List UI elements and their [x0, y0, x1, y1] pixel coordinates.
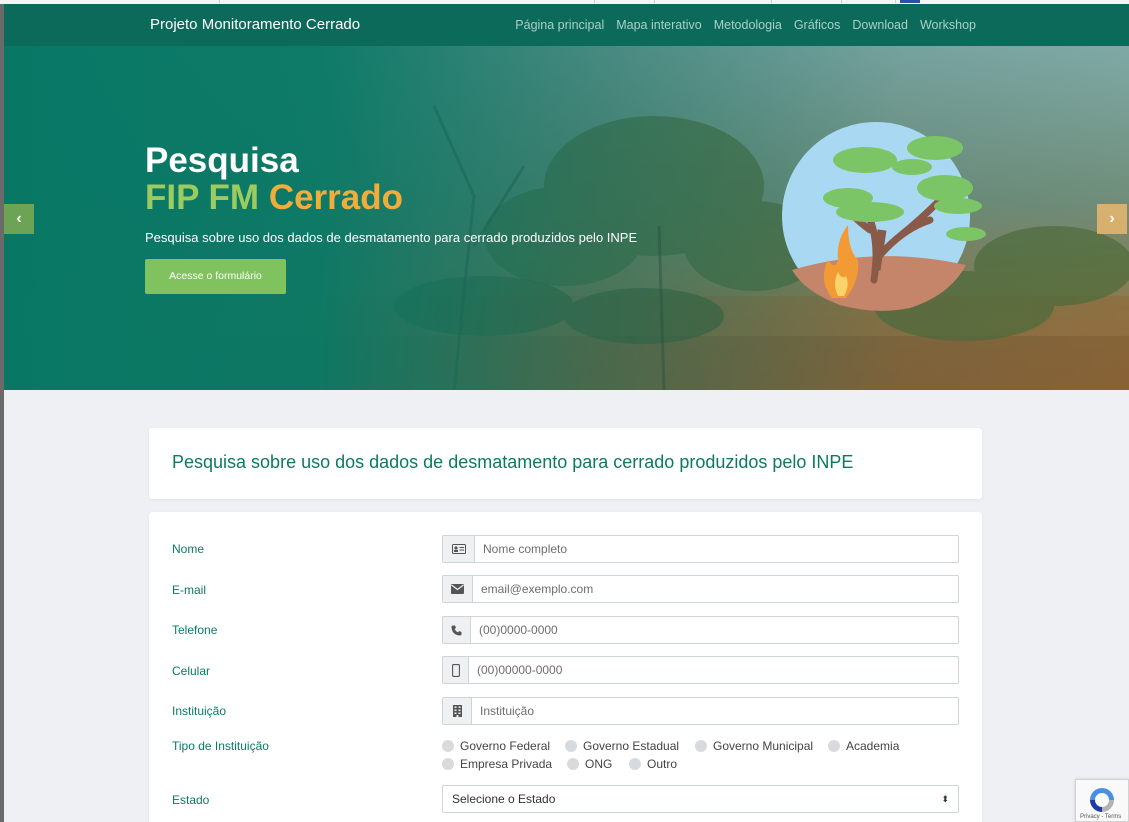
recaptcha-privacy-terms[interactable]: Privacy - Terms	[1080, 814, 1121, 820]
email-input[interactable]	[473, 576, 958, 602]
radio-empresa-privada[interactable]: Empresa Privada	[442, 757, 552, 771]
hero-title-orange: Cerrado	[268, 178, 404, 217]
sort-caret-icon: ⬍	[941, 794, 949, 804]
radio-circle[interactable]	[567, 758, 579, 770]
radio-label: Outro	[647, 757, 678, 771]
tab-separator	[772, 0, 842, 3]
hero-subtitle: Pesquisa sobre uso dos dados de desmatam…	[145, 230, 638, 245]
radio-governo-municipal[interactable]: Governo Municipal	[695, 739, 813, 753]
nome-field	[442, 535, 959, 563]
id-card-icon	[443, 536, 475, 562]
radio-label: Governo Estadual	[583, 739, 680, 753]
hero-title: Pesquisa	[145, 141, 299, 180]
radio-label: Governo Municipal	[713, 739, 814, 753]
mobile-icon	[443, 657, 469, 683]
estado-select[interactable]: Selecione o Estado ⬍	[442, 785, 959, 813]
radio-label: ONG	[585, 757, 613, 771]
radio-circle[interactable]	[695, 740, 707, 752]
email-label: E-mail	[172, 583, 207, 597]
survey-title: Pesquisa sobre uso dos dados de desmatam…	[172, 452, 854, 472]
nav-link-map[interactable]: Mapa interativo	[616, 4, 701, 46]
phone-icon	[443, 617, 471, 643]
hero-carousel: Pesquisa FIP FM Cerrado Pesquisa sobre u…	[4, 46, 1129, 390]
nav-link-charts[interactable]: Gráficos	[794, 4, 841, 46]
radio-circle[interactable]	[442, 758, 454, 770]
hero-title-green: FIP FM	[145, 178, 260, 217]
radio-circle[interactable]	[629, 758, 641, 770]
brand-title[interactable]: Projeto Monitoramento Cerrado	[150, 4, 360, 46]
nome-label: Nome	[172, 542, 205, 556]
telefone-label: Telefone	[172, 623, 218, 637]
main-nav: Página principal Mapa interativo Metodol…	[515, 4, 976, 46]
access-form-button[interactable]: Acesse o formulário	[145, 259, 286, 294]
recaptcha-badge[interactable]: Privacy - Terms	[1075, 779, 1129, 822]
browser-tab-indicator	[900, 0, 920, 3]
tab-separator	[842, 0, 896, 3]
instituicao-field	[442, 697, 959, 725]
nav-link-download[interactable]: Download	[852, 4, 908, 46]
chevron-left-icon: ‹	[16, 210, 22, 227]
radio-label: Governo Federal	[460, 739, 551, 753]
cerrado-tree-logo	[782, 122, 986, 311]
recaptcha-icon	[1090, 788, 1114, 812]
survey-title-card: Pesquisa sobre uso dos dados de desmatam…	[149, 428, 982, 499]
instituicao-label: Instituição	[172, 704, 227, 718]
celular-label: Celular	[172, 664, 211, 678]
radio-outro[interactable]: Outro	[629, 757, 677, 771]
carousel-next-button[interactable]: ›	[1097, 204, 1127, 234]
celular-input[interactable]	[469, 657, 958, 683]
tab-separator	[100, 0, 220, 3]
radio-circle[interactable]	[828, 740, 840, 752]
tab-separator	[595, 0, 655, 3]
instituicao-input[interactable]	[472, 698, 958, 724]
nome-input[interactable]	[475, 536, 958, 562]
celular-field	[442, 656, 959, 684]
radio-ong[interactable]: ONG	[567, 757, 612, 771]
survey-form: Nome E-mail Telefone Celular Instituição	[149, 512, 982, 822]
telefone-input[interactable]	[471, 617, 958, 643]
navbar: Projeto Monitoramento Cerrado Página pri…	[4, 4, 1129, 46]
email-field	[442, 575, 959, 603]
estado-selected-value: Selecione o Estado	[452, 792, 556, 806]
nav-link-home[interactable]: Página principal	[515, 4, 604, 46]
telefone-field	[442, 616, 959, 644]
radio-circle[interactable]	[565, 740, 577, 752]
chevron-right-icon: ›	[1109, 210, 1115, 227]
tipo-instituicao-label: Tipo de Instituição	[172, 739, 269, 753]
hero-title-line2: FIP FM Cerrado	[145, 178, 403, 218]
envelope-icon	[443, 576, 473, 602]
radio-label: Empresa Privada	[460, 757, 553, 771]
tab-separator	[520, 0, 595, 3]
radio-circle[interactable]	[442, 740, 454, 752]
nav-link-methodology[interactable]: Metodologia	[714, 4, 782, 46]
radio-academia[interactable]: Academia	[828, 739, 899, 753]
radio-governo-estadual[interactable]: Governo Estadual	[565, 739, 679, 753]
estado-label: Estado	[172, 793, 210, 807]
building-icon	[443, 698, 472, 724]
tab-separator	[700, 0, 772, 3]
radio-label: Academia	[846, 739, 900, 753]
radio-governo-federal[interactable]: Governo Federal	[442, 739, 550, 753]
nav-link-workshop[interactable]: Workshop	[920, 4, 976, 46]
carousel-prev-button[interactable]: ‹	[4, 204, 34, 234]
